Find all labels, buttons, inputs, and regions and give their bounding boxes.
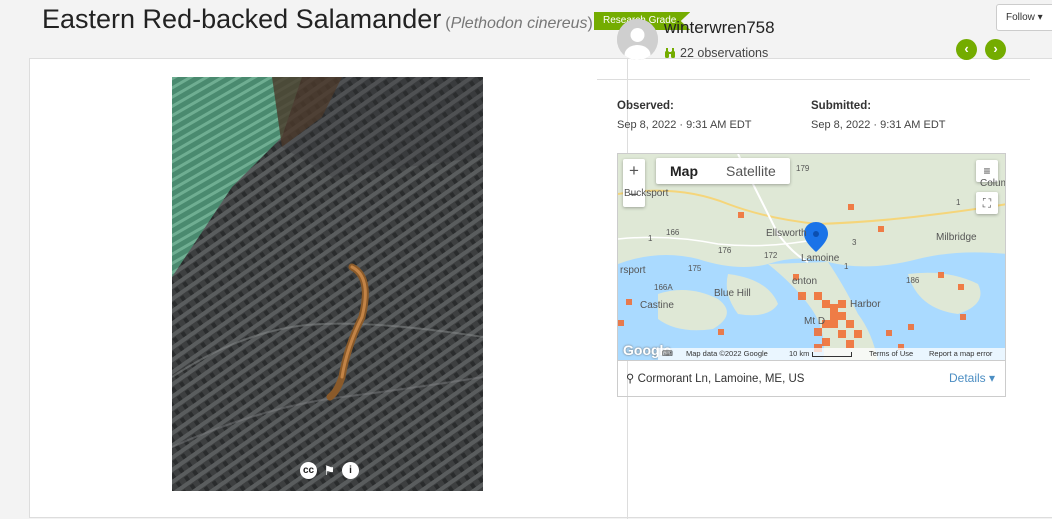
map-label-bucksport: Bucksport: [624, 188, 669, 199]
observer-row: winterwren758 22 observations ‹ ›: [617, 17, 1007, 69]
map-scale: 10 km: [789, 349, 852, 358]
salamander-photo-image: [172, 77, 483, 491]
avatar[interactable]: [617, 19, 658, 60]
map-label-trenton: enton: [792, 276, 818, 287]
user-silhouette-icon: [617, 19, 658, 60]
scientific-name: (Plethodon cinereus): [445, 15, 593, 32]
road-number: 172: [764, 251, 778, 260]
page-title: Eastern Red-backed Salamander (Plethodon …: [42, 4, 593, 35]
details-dropdown[interactable]: Details ▾: [949, 371, 995, 385]
road-number: 1: [956, 198, 961, 207]
road-number: 179: [796, 164, 810, 173]
tab-satellite[interactable]: Satellite: [712, 158, 790, 184]
fullscreen-icon[interactable]: ⛶: [976, 192, 998, 214]
road-number: 166A: [654, 283, 673, 292]
observer-username[interactable]: winterwren758: [664, 18, 775, 38]
road-number: 176: [718, 246, 732, 255]
road-number: 3: [852, 238, 857, 247]
submitted-date: Sep 8, 2022 · 9:31 AM EDT: [811, 119, 946, 131]
map-attribution: Map data ©2022 Google: [686, 349, 768, 358]
photo-action-icons: cc ⚑ i: [300, 462, 359, 482]
previous-observation-button[interactable]: ‹: [956, 39, 977, 60]
observed-label: Observed:: [617, 100, 674, 112]
cc-icon[interactable]: cc: [300, 462, 317, 479]
keyboard-icon[interactable]: ⌨: [662, 349, 673, 358]
location-text: ⚲ Cormorant Ln, Lamoine, ME, US: [626, 373, 805, 385]
info-icon[interactable]: i: [342, 462, 359, 479]
observation-count[interactable]: 22 observations: [664, 46, 768, 60]
road-number: 175: [688, 264, 702, 273]
observed-date: Sep 8, 2022 · 9:31 AM EDT: [617, 119, 752, 131]
map-pin-icon: [804, 222, 828, 252]
zoom-in-button[interactable]: +: [623, 159, 645, 183]
map-label-milbridge: Milbridge: [936, 232, 977, 243]
map-type-tabs: Map Satellite: [656, 158, 790, 184]
location-row: ⚲ Cormorant Ln, Lamoine, ME, US Details …: [617, 361, 1006, 397]
location-map[interactable]: + − Map Satellite ≡ ⛶ Bucksport Ellswort…: [617, 153, 1006, 361]
map-label-lamoine: Lamoine: [801, 253, 840, 264]
map-label-columbia: Columb: [980, 178, 1005, 189]
map-label-castine: Castine: [640, 300, 674, 311]
road-number: 186: [906, 276, 920, 285]
road-number: 166: [666, 228, 680, 237]
common-name: Eastern Red-backed Salamander: [42, 4, 442, 34]
road-number: 1: [648, 234, 653, 243]
zoom-controls: + −: [623, 159, 645, 207]
tab-map[interactable]: Map: [656, 158, 712, 184]
binoculars-icon: [665, 47, 675, 58]
flag-icon[interactable]: ⚑: [321, 462, 338, 479]
observation-photo[interactable]: cc ⚑ i: [172, 77, 483, 491]
map-label-harbor: Harbor: [850, 299, 881, 310]
submitted-label: Submitted:: [811, 100, 872, 112]
map-label-mt-desert: Mt D: [804, 316, 826, 327]
terms-link[interactable]: Terms of Use: [869, 349, 913, 358]
map-label-searsport: rsport: [620, 265, 646, 276]
section-divider: [597, 79, 1030, 80]
map-label-blue-hill: Blue Hill: [714, 288, 751, 299]
map-label-ellsworth: Ellsworth: [766, 228, 807, 239]
report-map-error-link[interactable]: Report a map error: [929, 349, 992, 358]
map-marker-icon: ⚲: [626, 373, 635, 385]
road-number: 1: [844, 262, 849, 271]
next-observation-button[interactable]: ›: [985, 39, 1006, 60]
